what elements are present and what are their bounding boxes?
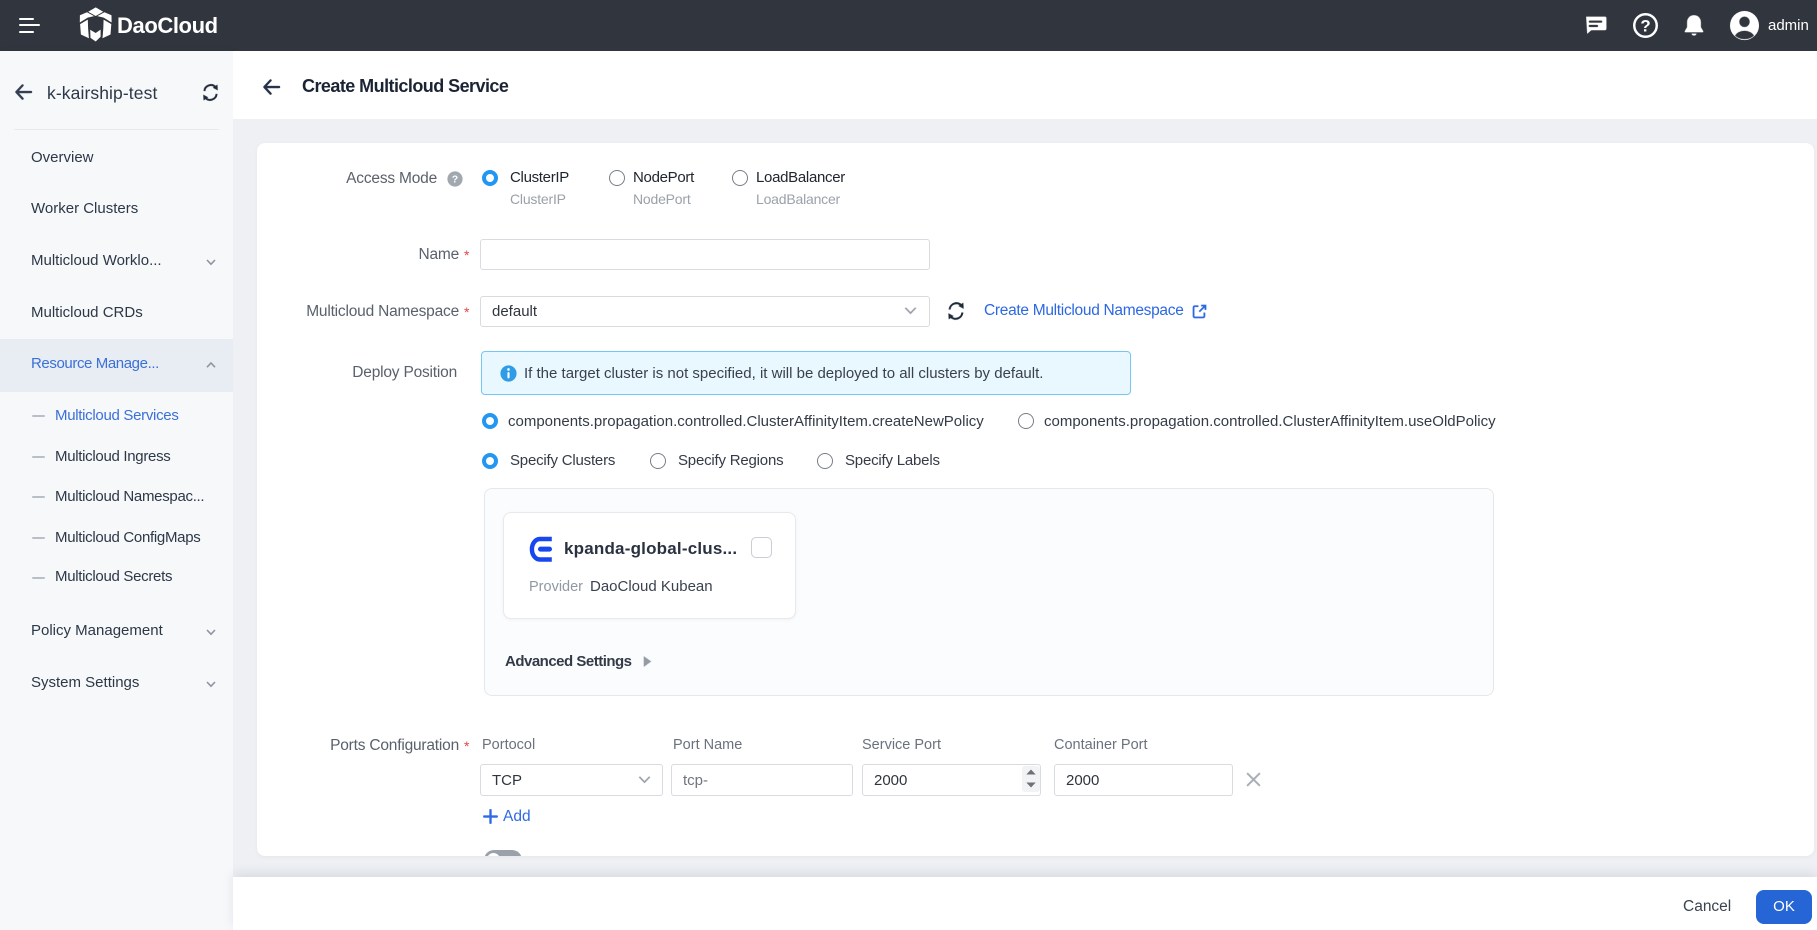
svg-text:?: ? [1640, 16, 1650, 35]
svg-text:?: ? [452, 173, 458, 185]
